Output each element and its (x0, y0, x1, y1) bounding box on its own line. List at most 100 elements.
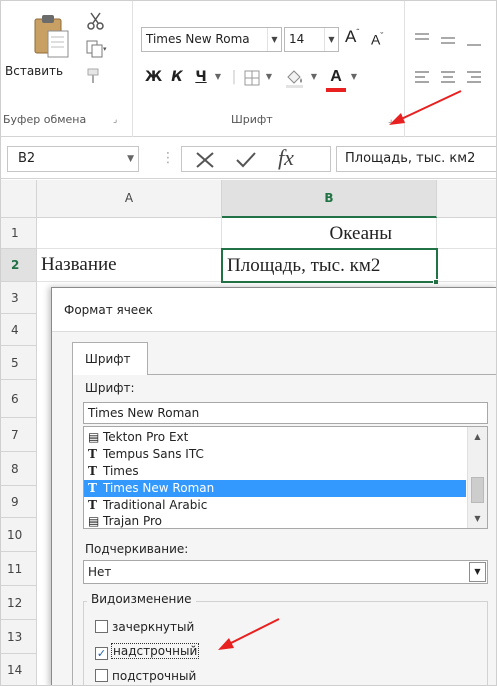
strikethrough-label: зачеркнутый (112, 620, 195, 634)
column-header-b[interactable]: B (222, 180, 437, 218)
truetype-icon: T (88, 464, 97, 478)
row-header[interactable]: 4 (1, 314, 37, 346)
list-item-label: Tekton Pro Ext (103, 430, 189, 444)
bold-button[interactable]: Ж (145, 67, 162, 87)
align-left-icon[interactable] (414, 69, 436, 85)
cell-a1[interactable] (37, 218, 222, 249)
format-painter-icon[interactable] (85, 67, 107, 87)
font-name-combobox[interactable]: Times New Roma ▼ (141, 27, 282, 52)
align-center-icon[interactable] (440, 69, 462, 85)
checkbox-unchecked-icon[interactable] (95, 620, 108, 633)
font-color-letter: A (330, 68, 342, 85)
effects-label: Видоизменение (87, 592, 196, 606)
formula-bar: B2 ▼ ⋮ fx Площадь, тыс. км2 (1, 138, 496, 179)
scroll-down-icon[interactable]: ▼ (468, 511, 487, 527)
cell-b2-active[interactable]: Площадь, тыс. км2 (221, 248, 438, 283)
select-all-corner[interactable] (1, 180, 37, 218)
increase-font-size-label: A (345, 27, 357, 46)
row-header[interactable]: 14 (1, 654, 37, 685)
underline-button[interactable]: Ч (193, 67, 209, 87)
cell-a2[interactable]: Название (37, 249, 222, 282)
row-header[interactable]: 5 (1, 346, 37, 380)
align-middle-icon[interactable] (440, 33, 462, 49)
cell-b1[interactable]: Океаны (222, 218, 437, 249)
tab-font[interactable]: Шрифт (72, 342, 148, 375)
printer-font-icon: ▤ (88, 430, 100, 444)
superscript-checkbox[interactable]: ✓ надстрочный (95, 642, 200, 660)
list-item[interactable]: T Tempus Sans ITC (84, 446, 466, 463)
row-header[interactable]: 8 (1, 452, 37, 486)
align-bottom-icon[interactable] (466, 37, 488, 53)
increase-font-size-button[interactable]: Aˆ (345, 27, 359, 47)
font-color-button[interactable]: A (327, 67, 345, 87)
chevron-down-icon[interactable]: ▼ (264, 67, 274, 87)
enter-icon[interactable] (234, 150, 258, 170)
align-top-icon[interactable] (414, 31, 436, 47)
chevron-down-icon[interactable]: ▼ (469, 562, 486, 582)
chevron-down-icon[interactable]: ▼ (309, 67, 319, 87)
paste-icon[interactable] (31, 13, 71, 59)
subscript-checkbox[interactable]: подстрочный (95, 667, 196, 685)
name-box[interactable]: B2 ▼ (7, 146, 139, 172)
row-header[interactable]: 2 (1, 249, 37, 282)
scroll-thumb[interactable] (471, 477, 484, 503)
checkbox-unchecked-icon[interactable] (95, 669, 108, 682)
copy-icon[interactable]: ▾ (85, 39, 107, 59)
list-item-label: Traditional Arabic (103, 498, 208, 512)
chevron-down-icon[interactable]: ▼ (349, 67, 359, 87)
row-header[interactable]: 11 (1, 552, 37, 586)
formula-bar-grip: ⋮ (161, 150, 175, 166)
formula-input[interactable]: Площадь, тыс. км2 (336, 146, 496, 172)
checkbox-checked-icon[interactable]: ✓ (95, 647, 108, 660)
cut-icon[interactable] (85, 11, 107, 31)
name-box-value: B2 (18, 151, 36, 166)
dialog-title: Формат ячеек (52, 288, 496, 332)
formula-bar-buttons: fx (181, 145, 331, 172)
font-listbox[interactable]: ▤ Tekton Pro Ext T Tempus Sans ITC T Times … (83, 426, 488, 529)
list-item[interactable]: T Traditional Arabic (84, 497, 466, 514)
chevron-down-icon[interactable]: ▼ (267, 28, 281, 51)
list-item-label: Trajan Pro (103, 514, 162, 528)
row-header[interactable]: 12 (1, 586, 37, 620)
strikethrough-checkbox[interactable]: зачеркнутый (95, 618, 194, 636)
chevron-down-icon[interactable]: ▼ (324, 28, 338, 51)
font-group-label: Шрифт (231, 113, 273, 126)
row-header[interactable]: 3 (1, 282, 37, 314)
decrease-font-size-button[interactable]: Aˇ (371, 31, 383, 48)
align-right-icon[interactable] (466, 69, 488, 85)
list-item[interactable]: ▤ Tekton Pro Ext (84, 429, 466, 446)
clipboard-group-label: Буфер обмена (3, 113, 87, 126)
row-header[interactable]: 1 (1, 218, 37, 249)
chevron-down-icon[interactable]: ▼ (213, 67, 223, 87)
list-item[interactable]: T Times (84, 463, 466, 480)
column-header-c[interactable] (437, 180, 496, 218)
list-item-selected[interactable]: T Times New Roman (84, 480, 466, 497)
row-header[interactable]: 9 (1, 486, 37, 518)
decrease-font-size-label: A (371, 31, 381, 48)
row-header[interactable]: 7 (1, 418, 37, 452)
row-header[interactable]: 10 (1, 518, 37, 552)
clipboard-launcher-icon[interactable]: ⌟ (113, 115, 123, 125)
cell-c2[interactable] (438, 249, 496, 282)
fill-color-icon[interactable] (283, 67, 307, 89)
paste-button-label[interactable]: Вставить (5, 64, 63, 78)
cell-c1[interactable] (437, 218, 496, 249)
font-name-value: Times New Roma (146, 32, 250, 46)
row-header[interactable]: 6 (1, 380, 37, 418)
cancel-icon[interactable] (194, 150, 216, 170)
chevron-down-icon[interactable]: ▼ (127, 147, 134, 171)
subscript-label: подстрочный (112, 669, 197, 683)
separator: | (231, 69, 237, 85)
font-size-combobox[interactable]: 14 ▼ (284, 27, 339, 52)
borders-icon[interactable] (243, 69, 263, 87)
row-header[interactable]: 13 (1, 620, 37, 654)
underline-select[interactable]: Нет ▼ (83, 560, 488, 584)
font-name-input[interactable]: Times New Roman (83, 402, 488, 424)
list-item[interactable]: ▤ Trajan Pro (84, 513, 466, 528)
column-header-a[interactable]: A (37, 180, 222, 218)
clipboard-group: Вставить ▾ Буфер обмена ⌟ (1, 1, 133, 137)
font-list-scrollbar[interactable]: ▲ ▼ (467, 427, 487, 528)
scroll-up-icon[interactable]: ▲ (468, 429, 487, 445)
italic-button[interactable]: К (169, 67, 185, 87)
insert-function-button[interactable]: fx (278, 145, 294, 171)
